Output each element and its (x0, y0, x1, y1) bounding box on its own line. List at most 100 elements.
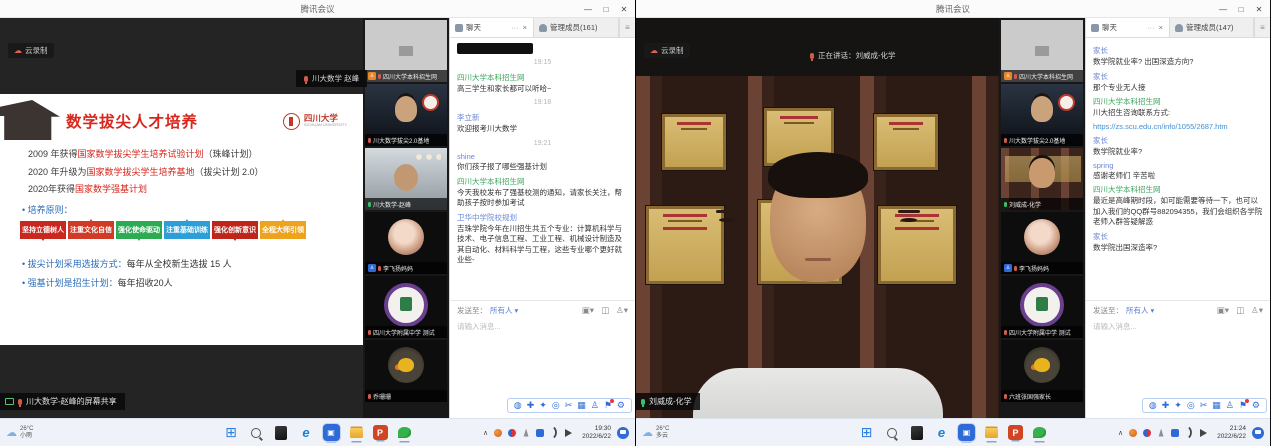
start-icon[interactable] (858, 424, 875, 441)
send-to-selector[interactable]: 所有人▾ (490, 305, 518, 316)
send-to-selector[interactable]: 所有人▾ (1126, 305, 1154, 316)
notification-icon[interactable] (1252, 427, 1264, 439)
members-icon[interactable]: ♙ (1226, 401, 1234, 410)
record-icon[interactable]: ◎ (552, 401, 560, 410)
share-screen-icon[interactable]: ✂ (1200, 401, 1208, 410)
wifi-icon[interactable] (549, 427, 560, 438)
tray-chevron-icon[interactable]: ∧ (483, 429, 488, 437)
tray-app-icon[interactable] (1129, 429, 1137, 437)
tab-chat[interactable]: 聊天 ··· × (450, 18, 534, 37)
participant-tile[interactable]: ♙ ♙ 乔珊珊 (365, 340, 447, 402)
chat-close-button[interactable]: × (522, 23, 528, 32)
chat-more-button[interactable]: ··· (1147, 23, 1155, 32)
chat-close-button[interactable]: × (1158, 23, 1164, 32)
mic-icon[interactable]: ◍ (514, 401, 522, 410)
maximize-button[interactable]: □ (1232, 0, 1250, 18)
notification-icon[interactable] (617, 427, 629, 439)
cloud-record-badge: ☁ 云录制 (8, 43, 54, 58)
chat-message (457, 43, 533, 54)
tray-pen-icon[interactable] (1157, 429, 1165, 437)
clock[interactable]: 21:24 2022/6/22 (1217, 425, 1246, 441)
tray-phone-icon[interactable] (1171, 429, 1179, 437)
handup-icon[interactable]: ⚑ (1239, 401, 1247, 410)
tray-app-icon[interactable] (1143, 429, 1151, 437)
participant-tile[interactable]: ♙ ♙ 川大数学拔尖2.0基地 (365, 84, 447, 146)
participant-tile[interactable]: ♙ ♙ 川大数学拔尖2.0基地 (1001, 84, 1083, 146)
participant-tile[interactable]: ♙ ♙ 四川大学本科招生网 (1001, 20, 1083, 82)
meeting-icon[interactable] (958, 424, 975, 441)
participant-tile[interactable]: ♙ ♙ 四川大学本科招生网 (365, 20, 447, 82)
panel-menu-button[interactable]: ≡ (619, 18, 635, 37)
mic-icon (304, 76, 308, 82)
message-text: 川大招生咨询联系方式: (1093, 108, 1263, 119)
mic-icon[interactable]: ◍ (1149, 401, 1157, 410)
minimize-button[interactable]: — (1214, 0, 1232, 18)
panel-menu-button[interactable]: ≡ (1254, 18, 1270, 37)
close-button[interactable]: ✕ (1250, 0, 1268, 18)
search-icon[interactable] (883, 424, 900, 441)
clock[interactable]: 19:30 2022/6/22 (582, 425, 611, 441)
network-icon[interactable]: ✦ (1174, 401, 1182, 410)
interpretation-icon[interactable]: ✚ (527, 401, 535, 410)
close-button[interactable]: ✕ (615, 0, 633, 18)
message-input[interactable]: 请输入消息... (1093, 321, 1263, 332)
weather-widget[interactable]: ☁ 26°C 多云 (642, 426, 669, 440)
clipboard-icon[interactable]: ◫ (601, 305, 609, 316)
weather-widget[interactable]: ☁ 26°C 小雨 (6, 426, 33, 440)
minimize-button[interactable]: — (579, 0, 597, 18)
edge-icon[interactable] (933, 424, 950, 441)
explorer-icon[interactable] (348, 424, 365, 441)
participant-tile[interactable]: ♙ ♙ 刘威成-化学 (1001, 148, 1083, 210)
ribbon: 全程大师引领 (260, 221, 306, 239)
interpretation-icon[interactable]: ✚ (1162, 401, 1170, 410)
chat-message-list[interactable]: 家长 数学院就业率? 出国深造方向? 家长 那个专业无人接 四川大学本科招生网 … (1086, 38, 1270, 300)
mic-icon (378, 74, 381, 79)
image-icon[interactable]: ▣▾ (1217, 305, 1229, 316)
tray-pen-icon[interactable] (522, 429, 530, 437)
tray-app-icon[interactable] (494, 429, 502, 437)
maximize-button[interactable]: □ (597, 0, 615, 18)
share-screen-icon[interactable]: ✂ (565, 401, 573, 410)
wifi-icon[interactable] (1184, 427, 1195, 438)
member-select-icon[interactable]: ♙▾ (1251, 305, 1263, 316)
members-icon[interactable]: ♙ (591, 401, 599, 410)
wechat-icon[interactable] (1031, 424, 1048, 441)
meeting-icon[interactable] (323, 424, 340, 441)
message-input[interactable]: 请输入消息... (457, 321, 628, 332)
powerpoint-icon[interactable] (373, 425, 388, 440)
handup-icon[interactable]: ⚑ (604, 401, 612, 410)
explorer-icon[interactable] (983, 424, 1000, 441)
record-icon[interactable]: ◎ (1187, 401, 1195, 410)
chat-more-button[interactable]: ··· (511, 23, 519, 32)
participant-tile[interactable]: ♙ ♙ 李飞扬妈妈 (1001, 212, 1083, 274)
tray-phone-icon[interactable] (536, 429, 544, 437)
tray-app-icon[interactable] (508, 429, 516, 437)
start-icon[interactable] (223, 424, 240, 441)
powerpoint-icon[interactable] (1008, 425, 1023, 440)
widgets-icon[interactable] (273, 424, 290, 441)
clipboard-icon[interactable]: ◫ (1236, 305, 1244, 316)
participant-tile[interactable]: ♙ ♙ 四川大学附属中学 测试 (365, 276, 447, 338)
tray-chevron-icon[interactable]: ∧ (1118, 429, 1123, 437)
tab-chat[interactable]: 聊天 ··· × (1086, 18, 1170, 37)
participant-tile[interactable]: ♙ ♙ 四川大学附属中学 测试 (1001, 276, 1083, 338)
widgets-icon[interactable] (908, 424, 925, 441)
search-icon[interactable] (248, 424, 265, 441)
tab-members[interactable]: 管理成员(147) (1170, 18, 1254, 37)
participant-tile[interactable]: ♙ ♙ 李飞扬妈妈 (365, 212, 447, 274)
participant-tile[interactable]: ♙ ♙ 六班张国强家长 (1001, 340, 1083, 402)
network-icon[interactable]: ✦ (539, 401, 547, 410)
settings-icon[interactable]: ⚙ (1252, 401, 1260, 410)
participant-tile[interactable]: ♙ ♙ 川大数学-赵峰 (365, 148, 447, 210)
volume-icon[interactable] (565, 429, 576, 437)
layout-icon[interactable]: ▦ (577, 401, 586, 410)
edge-icon[interactable] (298, 424, 315, 441)
wechat-icon[interactable] (396, 424, 413, 441)
settings-icon[interactable]: ⚙ (617, 401, 625, 410)
tab-members[interactable]: 管理成员(161) (534, 18, 619, 37)
chat-message-list[interactable]: 19:15 四川大学本科招生网 高三学生和家长都可以听哈~ 19:18 李立新 … (450, 38, 635, 300)
image-icon[interactable]: ▣▾ (582, 305, 594, 316)
layout-icon[interactable]: ▦ (1212, 401, 1221, 410)
volume-icon[interactable] (1200, 429, 1211, 437)
member-select-icon[interactable]: ♙▾ (616, 305, 628, 316)
